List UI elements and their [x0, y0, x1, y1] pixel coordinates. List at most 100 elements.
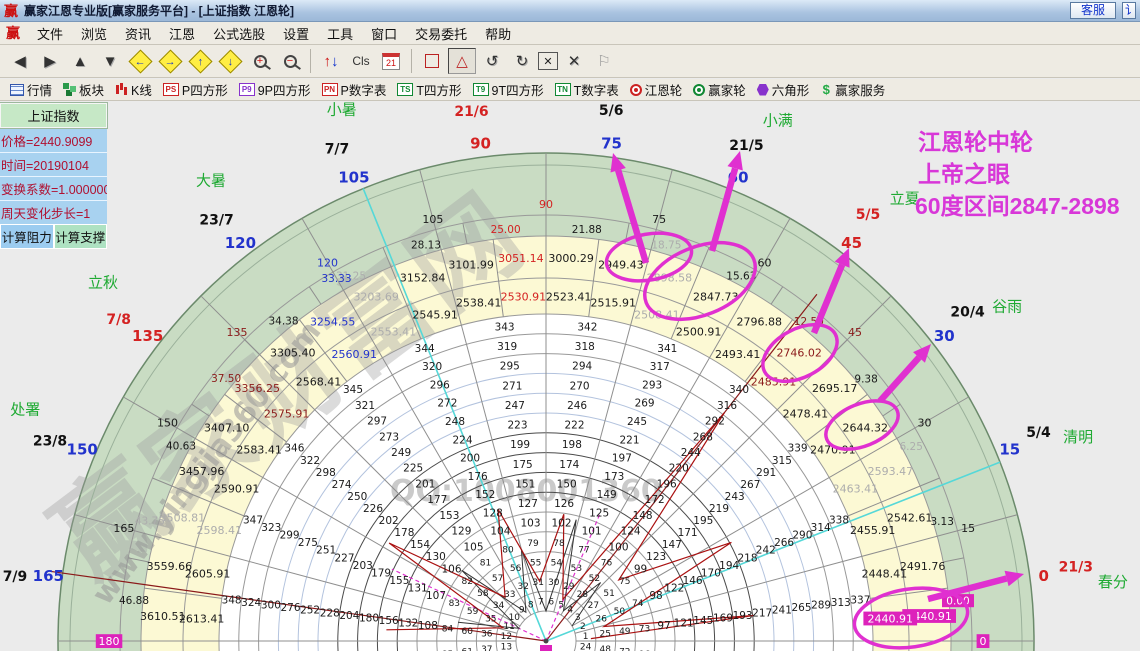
svg-text:313: 313 [831, 597, 851, 609]
svg-text:227: 227 [334, 552, 354, 564]
annotation-line-3: 60度区间2847-2898 [915, 193, 1120, 219]
svg-text:344: 344 [415, 343, 435, 355]
kline-button[interactable]: K线 [111, 79, 159, 100]
svg-text:34.38: 34.38 [268, 316, 298, 328]
menu-item-江恩[interactable]: 江恩 [160, 22, 204, 45]
svg-text:217: 217 [752, 607, 772, 619]
peak-down-button[interactable]: ▼ [96, 48, 124, 74]
cross-resize-button[interactable]: ✕ [560, 48, 588, 74]
pan-up-button[interactable]: ↑ [186, 48, 214, 74]
pan-down-button[interactable]: ↓ [216, 48, 244, 74]
svg-text:274: 274 [332, 479, 352, 491]
menu-item-浏览[interactable]: 浏览 [72, 22, 116, 45]
menu-item-窗口[interactable]: 窗口 [362, 22, 406, 45]
svg-text:76: 76 [601, 559, 613, 569]
svg-text:275: 275 [298, 537, 318, 549]
svg-text:249: 249 [391, 447, 411, 459]
rotate-cw-button[interactable]: ↻ [508, 48, 536, 74]
svg-text:338: 338 [829, 514, 849, 526]
svg-text:12: 12 [501, 632, 512, 642]
boxed-x-button[interactable]: ✕ [538, 52, 558, 70]
svg-text:56: 56 [510, 564, 522, 574]
rotate-ccw-button[interactable]: ↺ [478, 48, 506, 74]
nav-forward-button[interactable]: ▶ [36, 48, 64, 74]
svg-text:179: 179 [371, 568, 391, 580]
winner-service-label: 赢家服务 [835, 84, 886, 98]
p-number-table-button[interactable]: PN P数字表 [318, 79, 394, 100]
svg-text:297: 297 [367, 416, 387, 428]
customer-service-button[interactable]: 客服 [1069, 2, 1116, 19]
svg-text:58: 58 [477, 589, 489, 599]
svg-text:105: 105 [422, 213, 443, 226]
svg-text:3508.81: 3508.81 [160, 512, 206, 525]
t-number-table-button[interactable]: TN T数字表 [551, 79, 626, 100]
svg-text:224: 224 [452, 434, 472, 446]
svg-text:2796.88: 2796.88 [737, 316, 783, 329]
cls-button[interactable]: Cls [347, 48, 375, 74]
svg-text:97: 97 [657, 620, 670, 632]
gann-wheel-button[interactable]: 江恩轮 [626, 79, 690, 100]
symbol-name: 上证指数 [0, 102, 108, 129]
svg-text:105: 105 [463, 541, 483, 553]
svg-text:148: 148 [633, 510, 653, 522]
svg-text:33.33: 33.33 [321, 273, 351, 285]
svg-text:春分: 春分 [1098, 573, 1128, 591]
svg-text:81: 81 [480, 559, 491, 569]
t-square-icon: TS [397, 83, 414, 96]
shape-triangle-button[interactable]: △ [448, 48, 476, 74]
svg-text:83: 83 [449, 599, 460, 609]
svg-text:268: 268 [693, 431, 713, 443]
svg-text:198: 198 [562, 439, 582, 451]
p-square-button[interactable]: PS P四方形 [159, 79, 235, 100]
t-square-button[interactable]: TS T四方形 [393, 79, 468, 100]
svg-text:21/5: 21/5 [729, 138, 763, 154]
updown-arrows-button[interactable]: ↑ ↓ [317, 48, 345, 74]
svg-text:7/9: 7/9 [3, 569, 28, 585]
svg-text:203: 203 [353, 560, 373, 572]
sectors-button[interactable]: 板块 [59, 79, 111, 100]
zoom-out-button[interactable]: − [276, 48, 304, 74]
9t-square-button[interactable]: T9 9T四方形 [469, 79, 551, 100]
svg-text:150: 150 [157, 417, 178, 430]
9p-square-button[interactable]: P9 9P四方形 [235, 79, 318, 100]
svg-text:318: 318 [575, 341, 595, 353]
menu-item-公式选股[interactable]: 公式选股 [204, 22, 274, 45]
pan-left-button[interactable]: ← [126, 48, 154, 74]
menu-item-文件[interactable]: 文件 [28, 22, 72, 45]
calendar-button[interactable]: 21 [377, 48, 405, 74]
quotes-button[interactable]: 行情 [6, 79, 59, 100]
menu-item-交易委托[interactable]: 交易委托 [406, 22, 476, 45]
svg-text:149: 149 [597, 489, 617, 501]
calc-resistance-button[interactable]: 计算阻力 [0, 224, 54, 249]
svg-text:151: 151 [515, 478, 535, 490]
menu-item-设置[interactable]: 设置 [274, 22, 318, 45]
winner-service-button[interactable]: $ 赢家服务 [816, 79, 892, 100]
app-logo-icon: 赢 [4, 2, 18, 19]
peak-up-button[interactable]: ▲ [66, 48, 94, 74]
hexagon-button[interactable]: 六角形 [753, 79, 817, 100]
clipped-button[interactable]: 讠 [1122, 2, 1136, 19]
svg-text:176: 176 [468, 471, 488, 483]
svg-text:2493.41: 2493.41 [715, 348, 761, 361]
svg-text:341: 341 [657, 343, 677, 355]
pan-right-button[interactable]: → [156, 48, 184, 74]
9p-square-icon: P9 [238, 83, 255, 96]
svg-text:2530.91: 2530.91 [501, 291, 547, 304]
t-number-table-icon: TN [554, 83, 571, 96]
winner-wheel-button[interactable]: 赢家轮 [689, 79, 753, 100]
zoom-in-button[interactable]: + [246, 48, 274, 74]
shape-square-button[interactable] [418, 48, 446, 74]
menu-item-工具[interactable]: 工具 [318, 22, 362, 45]
calc-support-button[interactable]: 计算支撑 [53, 224, 107, 249]
svg-text:90: 90 [539, 198, 553, 211]
flag-button[interactable]: ⚐ [590, 48, 618, 74]
svg-text:155: 155 [389, 575, 409, 587]
toolbar-separator [310, 49, 311, 73]
svg-text:54: 54 [551, 558, 563, 568]
svg-text:小暑: 小暑 [327, 101, 357, 118]
svg-text:266: 266 [774, 537, 794, 549]
menu-item-资讯[interactable]: 资讯 [116, 22, 160, 45]
svg-text:265: 265 [791, 602, 811, 614]
nav-back-button[interactable]: ◀ [6, 48, 34, 74]
menu-item-帮助[interactable]: 帮助 [476, 22, 520, 45]
